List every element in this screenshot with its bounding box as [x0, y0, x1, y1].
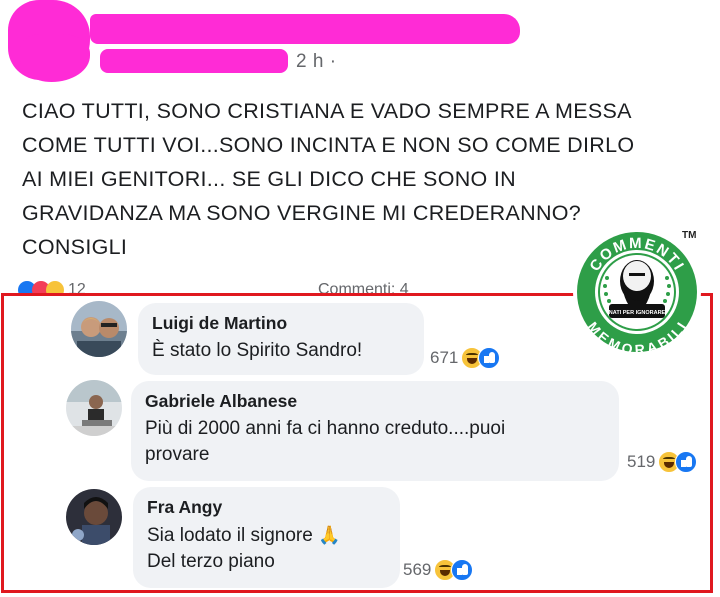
like-icon — [675, 451, 698, 473]
reaction-count: 569 — [403, 560, 432, 579]
post-line: AI MIEI GENITORI... SE GLI DICO CHE SONO… — [22, 167, 516, 191]
commenter-avatar[interactable] — [66, 380, 122, 436]
redacted-group-name — [100, 49, 288, 73]
like-icon — [478, 347, 501, 369]
comment-bubble: Luigi de Martino È stato lo Spirito Sand… — [138, 303, 424, 375]
post-line: COME TUTTI VOI...SONO INCINTA E NON SO C… — [22, 133, 635, 157]
comment-reactions[interactable]: 569 — [403, 559, 474, 581]
comment-reactions[interactable]: 519 — [627, 451, 698, 473]
comment-text-line: provare — [145, 444, 210, 465]
reaction-count: 519 — [627, 452, 656, 471]
comment-reactions[interactable]: 671 — [430, 347, 501, 369]
commenter-avatar[interactable] — [66, 489, 122, 545]
praying-hands-icon: 🙏 — [318, 525, 341, 545]
commenter-avatar[interactable] — [71, 301, 127, 357]
comment-author[interactable]: Fra Angy — [147, 497, 386, 518]
comment-text: Sia lodato il signore — [147, 525, 313, 546]
reaction-count: 671 — [430, 348, 459, 367]
redacted-author-name — [90, 14, 520, 44]
comment-bubble: Fra Angy Sia lodato il signore 🙏 Del ter… — [133, 487, 400, 588]
comment-bubble: Gabriele Albanese Più di 2000 anni fa ci… — [131, 381, 619, 481]
redacted-avatar-scribble — [20, 34, 90, 82]
svg-text:NATI PER IGNORARE: NATI PER IGNORARE — [609, 310, 666, 316]
comment-text-line: Più di 2000 anni fa ci hanno creduto....… — [145, 418, 506, 439]
post-line: GRAVIDANZA MA SONO VERGINE MI CREDERANNO… — [22, 201, 582, 225]
post-timestamp[interactable]: 2 h · — [296, 51, 337, 73]
trademark-mark: TM — [682, 230, 697, 241]
comment-author[interactable]: Gabriele Albanese — [145, 391, 605, 412]
comment-text: È stato lo Spirito Sandro! — [152, 340, 363, 361]
comment-author[interactable]: Luigi de Martino — [152, 313, 410, 334]
like-icon — [451, 559, 474, 581]
comment-text-line: Del terzo piano — [147, 551, 275, 572]
post-line: CIAO TUTTI, SONO CRISTIANA E VADO SEMPRE… — [22, 99, 632, 123]
comment-text-line: Sia lodato il signore 🙏 — [147, 522, 386, 549]
commenti-memorabili-logo: COMMENTI MEMORABILI NATI PER IGNORARE — [571, 226, 703, 358]
